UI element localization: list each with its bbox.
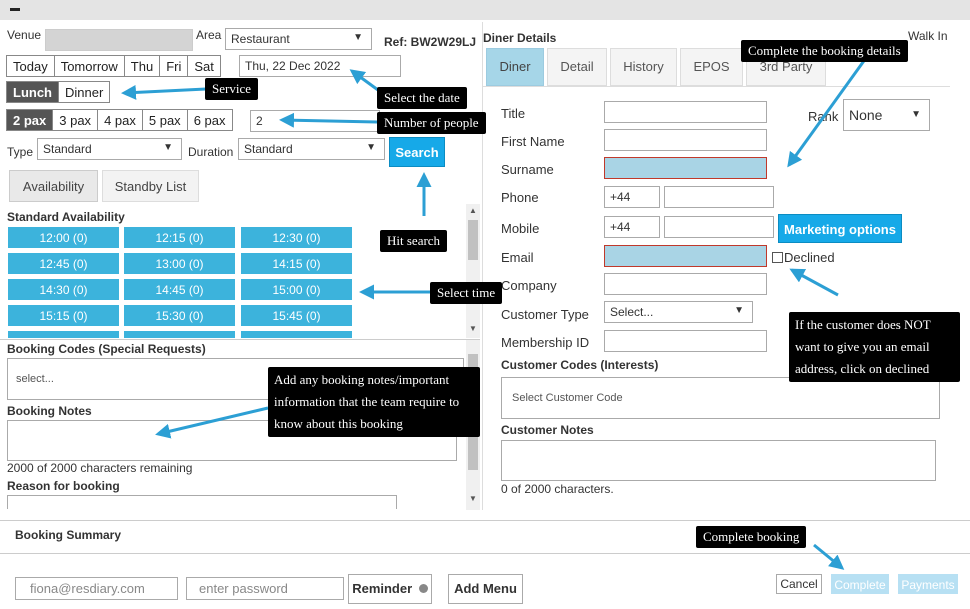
- callout-hit-search: Hit search: [380, 230, 448, 252]
- callout-declined-note: If the customer does NOT want to give yo…: [789, 312, 960, 382]
- callout-select-date: Select the date: [377, 87, 467, 109]
- callout-complete-details: Complete the booking details: [741, 40, 908, 62]
- arrow-complete: [813, 543, 845, 570]
- arrow-declined: [789, 268, 839, 297]
- arrow-service: [121, 84, 207, 100]
- arrow-notes: [155, 406, 269, 439]
- callout-booking-notes: Add any booking notes/important informat…: [268, 367, 480, 437]
- arrow-details: [787, 57, 868, 168]
- callout-select-time: Select time: [430, 282, 503, 304]
- arrow-pax: [279, 112, 378, 128]
- annotation-arrows: [121, 57, 868, 570]
- arrow-date: [349, 69, 379, 92]
- callout-number-people: Number of people: [377, 112, 486, 134]
- callout-service: Service: [205, 78, 258, 100]
- callout-complete-booking: Complete booking: [696, 526, 807, 548]
